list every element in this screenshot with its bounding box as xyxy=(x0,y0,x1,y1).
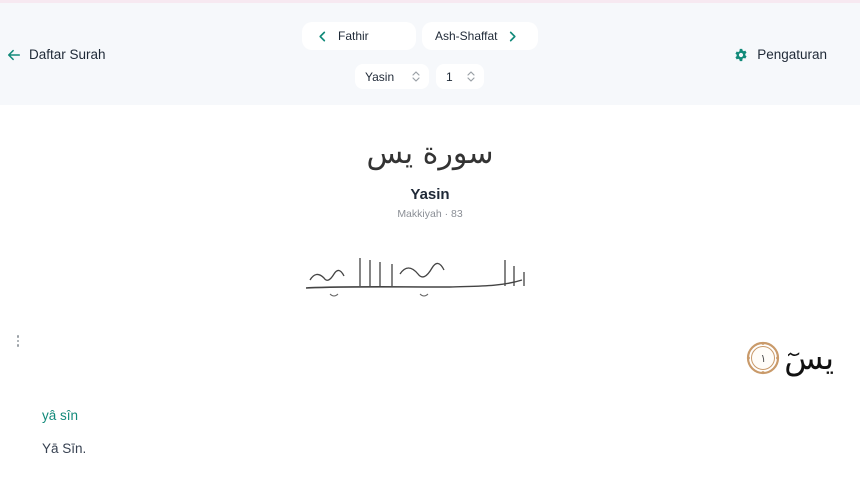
back-to-surah-list-link[interactable]: Daftar Surah xyxy=(7,47,106,62)
surah-title-calligraphy: سورة يس xyxy=(366,135,494,171)
menu-dot xyxy=(16,339,20,342)
ayah-transliteration: yâ sîn xyxy=(42,408,79,423)
menu-dot xyxy=(16,344,20,347)
chevron-left-icon xyxy=(319,31,326,41)
settings-link[interactable]: Pengaturan xyxy=(734,47,827,62)
ayah-select-value: 1 xyxy=(446,69,453,84)
surah-select-value: Yasin xyxy=(365,69,395,84)
chevron-up-down-icon xyxy=(412,71,420,82)
next-surah-label: Ash-Shaffat xyxy=(435,29,498,43)
back-link-label: Daftar Surah xyxy=(29,47,106,62)
chevron-up-down-icon xyxy=(467,71,475,82)
reader-header: Daftar Surah Fathir Ash-Shaffat Yasin 1 … xyxy=(0,3,860,105)
ayah-arabic-word: يسٓ xyxy=(784,339,834,377)
ayah-options-menu-icon[interactable] xyxy=(13,335,23,351)
chevron-right-icon xyxy=(510,31,517,41)
surah-select[interactable]: Yasin xyxy=(355,64,429,89)
ayah-translation: Yā Sīn. xyxy=(42,441,87,456)
prev-surah-label: Fathir xyxy=(338,29,369,43)
ayah-arabic-text: ١ يسٓ xyxy=(746,332,834,384)
arrow-left-icon xyxy=(7,49,21,60)
surah-name: Yasin xyxy=(410,186,450,203)
gear-icon xyxy=(735,48,747,61)
ayah-number-marker: ١ xyxy=(746,341,780,375)
prev-surah-button[interactable]: Fathir xyxy=(302,22,416,50)
menu-dot xyxy=(16,335,20,338)
settings-label: Pengaturan xyxy=(757,47,827,62)
bismillah-calligraphy-image xyxy=(305,258,525,297)
next-surah-button[interactable]: Ash-Shaffat xyxy=(422,22,538,50)
ayah-number: ١ xyxy=(760,351,767,365)
surah-meta: Makkiyah · 83 xyxy=(397,208,463,220)
ayah-select[interactable]: 1 xyxy=(436,64,484,89)
